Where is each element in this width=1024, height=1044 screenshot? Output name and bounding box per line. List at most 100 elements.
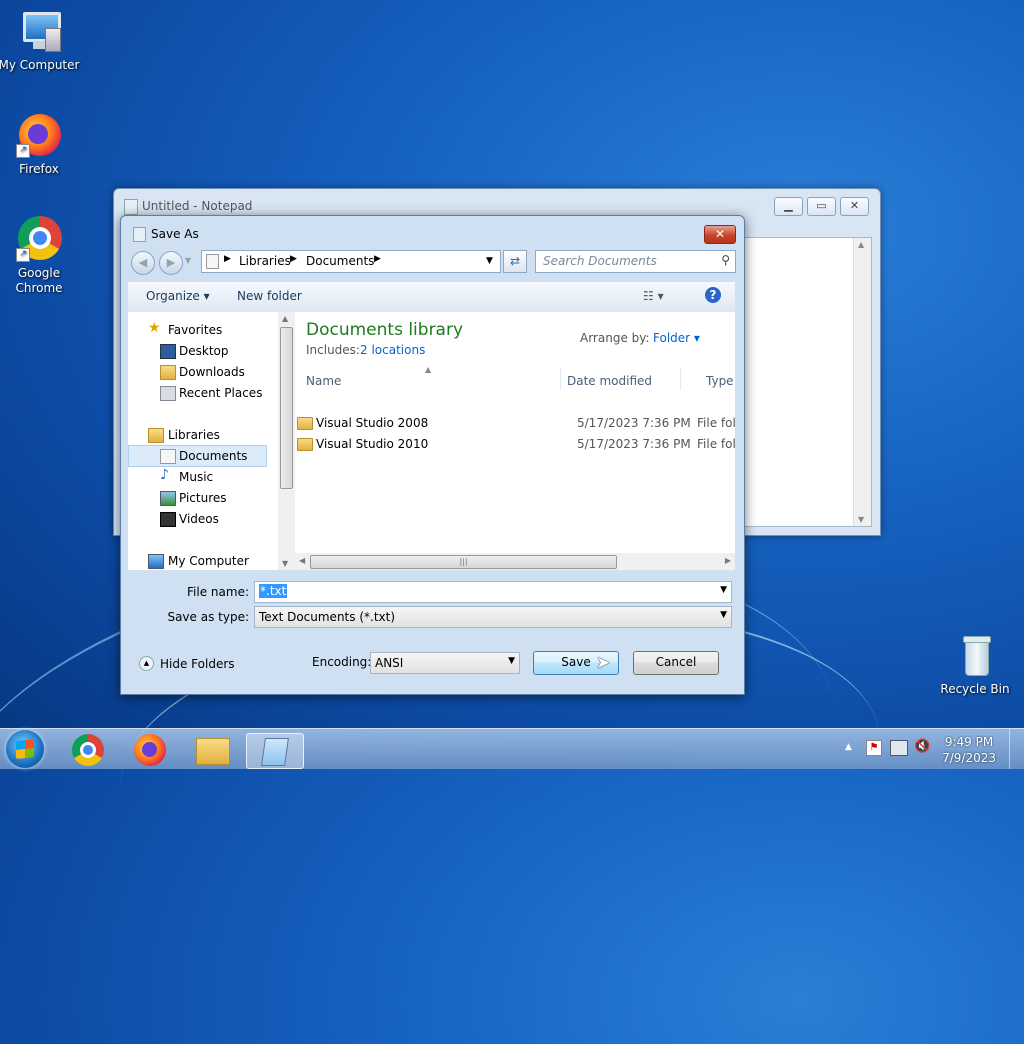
address-bar[interactable]: ▶ Libraries ▶ Documents ▶ ▼ xyxy=(201,250,501,273)
downloads-icon xyxy=(160,365,176,380)
maximize-button[interactable]: ▭ xyxy=(807,197,836,216)
clock-time: 9:49 PM xyxy=(944,735,994,749)
command-toolbar: Organize ▾ New folder ☷ ▾ ? xyxy=(128,282,735,313)
new-folder-button[interactable]: New folder xyxy=(237,289,302,303)
desktop-icon-label: Google Chrome xyxy=(15,266,63,295)
dialog-close-button[interactable]: ✕ xyxy=(704,225,736,244)
volume-muted-icon[interactable]: 🔇 xyxy=(914,739,930,754)
recent-places-icon xyxy=(160,386,176,401)
encoding-label: Encoding: xyxy=(312,655,372,669)
close-button[interactable]: ✕ xyxy=(840,197,869,216)
includes-label: Includes: xyxy=(306,343,360,357)
file-row[interactable]: Visual Studio 2010 5/17/2023 7:36 PM Fil… xyxy=(297,434,735,454)
windows-logo-icon xyxy=(16,739,34,759)
computer-icon xyxy=(148,554,164,569)
nav-videos[interactable]: Videos xyxy=(128,509,274,529)
nav-documents[interactable]: Documents xyxy=(128,445,267,467)
file-name-value: *.txt xyxy=(259,584,288,598)
recycle-bin-icon xyxy=(951,632,999,680)
documents-icon xyxy=(160,449,176,464)
start-button[interactable] xyxy=(6,730,44,768)
save-as-dialog: Save As ✕ ◀ ▶ ▼ ▶ Libraries ▶ Documents … xyxy=(120,215,745,695)
firefox-icon: ↗ xyxy=(15,112,63,160)
desktop-icon-label: My Computer xyxy=(0,58,80,72)
save-as-type-select[interactable]: Text Documents (*.txt) ▼ xyxy=(254,606,732,628)
scrollbar-thumb[interactable] xyxy=(280,327,293,489)
organize-button[interactable]: Organize ▾ xyxy=(146,289,210,303)
cancel-button[interactable]: Cancel xyxy=(633,651,719,675)
pictures-icon xyxy=(160,491,176,506)
column-header-type[interactable]: Type xyxy=(680,368,735,390)
explorer-icon xyxy=(196,738,230,765)
refresh-button[interactable]: ⇄ xyxy=(503,250,527,273)
search-icon: ⚲ xyxy=(721,253,730,267)
notepad-icon xyxy=(133,227,146,242)
notepad-scrollbar[interactable]: ▲ ▼ xyxy=(853,238,871,526)
folder-icon xyxy=(297,417,313,430)
nav-pane-scrollbar[interactable]: ▲ ▼ xyxy=(278,312,295,570)
forward-button[interactable]: ▶ xyxy=(159,251,183,275)
music-icon: ♪ xyxy=(160,467,169,483)
save-as-type-label: Save as type: xyxy=(167,610,249,624)
search-placeholder: Search Documents xyxy=(543,254,657,268)
desktop-icon-label: Firefox xyxy=(19,162,59,176)
breadcrumb-libraries[interactable]: Libraries xyxy=(239,254,291,268)
column-header-name[interactable]: Name ▲ xyxy=(295,365,561,390)
nav-favorites[interactable]: ★ Favorites xyxy=(128,320,274,340)
breadcrumb-documents[interactable]: Documents xyxy=(306,254,374,268)
includes-locations-link[interactable]: 2 locations xyxy=(360,343,425,357)
videos-icon xyxy=(160,512,176,527)
library-title: Documents library xyxy=(306,320,464,340)
horizontal-scrollbar[interactable]: ◀ ||| ▶ xyxy=(295,553,735,570)
clock-date: 7/9/2023 xyxy=(942,751,996,765)
taskbar-explorer[interactable] xyxy=(190,733,234,767)
column-header-date-modified[interactable]: Date modified xyxy=(560,368,681,390)
desktop-icon-my-computer[interactable]: My Computer xyxy=(0,8,81,73)
show-hidden-icons-icon[interactable]: ▲ xyxy=(845,742,852,752)
nav-music[interactable]: ♪ Music xyxy=(128,467,274,487)
file-row[interactable]: Visual Studio 2008 5/17/2023 7:36 PM Fil… xyxy=(297,413,735,433)
navigation-pane: ★ Favorites Desktop Downloads Recent Pla… xyxy=(128,312,279,570)
recent-pages-dropdown-icon[interactable]: ▼ xyxy=(185,256,191,265)
nav-desktop[interactable]: Desktop xyxy=(128,341,274,361)
back-button[interactable]: ◀ xyxy=(131,251,155,275)
desktop-icon-chrome[interactable]: ↗ Google Chrome xyxy=(0,216,81,296)
collapse-icon: ▲ xyxy=(139,656,154,671)
desktop-icon-recycle-bin[interactable]: Recycle Bin xyxy=(933,632,1017,697)
notepad-icon xyxy=(124,199,138,215)
system-clock[interactable]: 9:49 PM 7/9/2023 xyxy=(942,734,996,766)
search-input[interactable]: Search Documents ⚲ xyxy=(535,250,736,273)
taskbar-chrome[interactable] xyxy=(66,733,110,767)
action-center-icon[interactable]: ⚑ xyxy=(866,740,882,756)
file-list-pane: Documents library Includes: 2 locations … xyxy=(295,312,735,570)
folder-icon xyxy=(297,438,313,451)
network-icon[interactable] xyxy=(890,740,908,756)
scrollbar-thumb[interactable]: ||| xyxy=(310,555,617,569)
desktop-icon-firefox[interactable]: ↗ Firefox xyxy=(0,112,81,177)
show-desktop-button[interactable] xyxy=(1009,729,1024,769)
chrome-icon: ↗ xyxy=(15,216,63,264)
nav-downloads[interactable]: Downloads xyxy=(128,362,274,382)
dropdown-arrow-icon[interactable]: ▼ xyxy=(720,610,727,620)
view-options-icon[interactable]: ☷ ▾ xyxy=(643,289,664,303)
arrange-by-label: Arrange by: xyxy=(580,331,650,345)
mouse-cursor-icon: ➤ xyxy=(596,653,611,673)
nav-libraries[interactable]: Libraries xyxy=(128,425,274,445)
desktop-icon xyxy=(160,344,176,359)
help-icon[interactable]: ? xyxy=(705,287,721,303)
address-dropdown-icon[interactable]: ▼ xyxy=(486,256,493,266)
taskbar: ▲ ⚑ 🔇 9:49 PM 7/9/2023 xyxy=(0,728,1024,769)
file-name-field[interactable]: *.txt ▼ xyxy=(254,581,732,603)
taskbar-notepad[interactable] xyxy=(246,733,304,769)
taskbar-firefox[interactable] xyxy=(128,733,172,767)
nav-pictures[interactable]: Pictures xyxy=(128,488,274,508)
dropdown-arrow-icon[interactable]: ▼ xyxy=(508,656,515,666)
notepad-title: Untitled - Notepad xyxy=(142,199,253,213)
nav-recent-places[interactable]: Recent Places xyxy=(128,383,274,403)
minimize-button[interactable]: ▁ xyxy=(774,197,803,216)
folder-icon xyxy=(206,254,219,269)
dropdown-arrow-icon[interactable]: ▼ xyxy=(720,585,727,595)
nav-my-computer[interactable]: My Computer xyxy=(128,551,274,570)
arrange-by-dropdown[interactable]: Folder ▾ xyxy=(653,331,700,345)
encoding-select[interactable]: ANSI ▼ xyxy=(370,652,520,674)
